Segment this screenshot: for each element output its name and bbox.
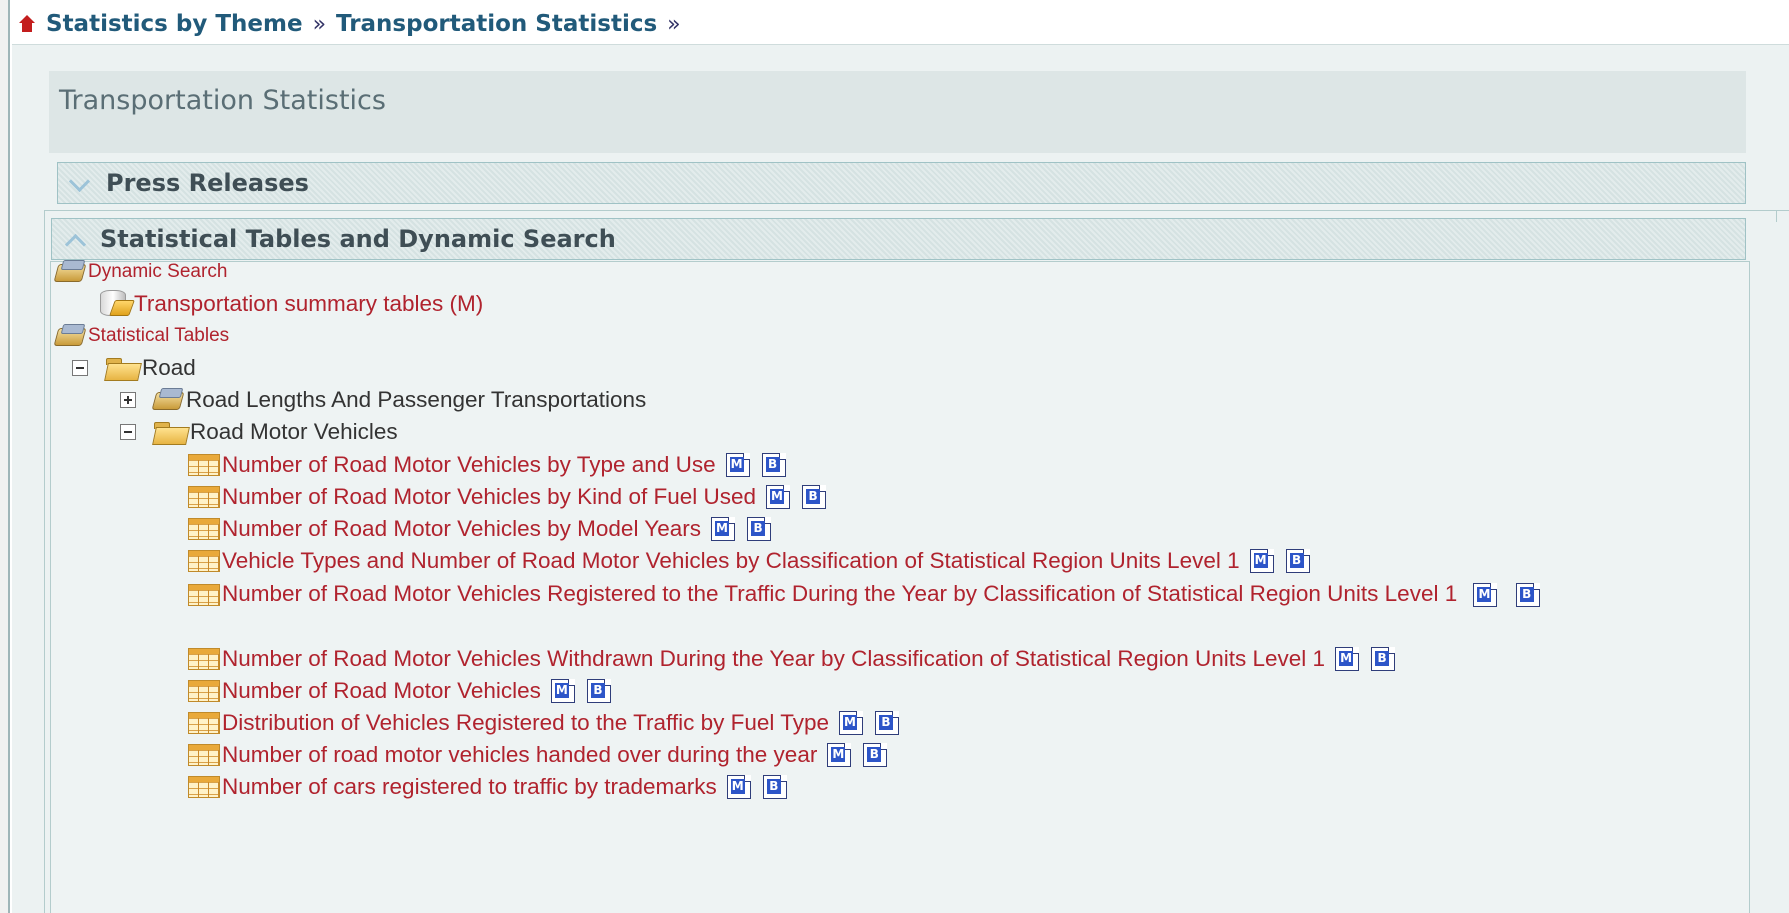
tree-item-road-lengths[interactable]: Road Lengths And Passenger Transportatio… <box>120 383 646 417</box>
metadata-doc-icon[interactable]: M <box>766 485 791 509</box>
metadata-doc-icon[interactable]: M <box>827 743 852 767</box>
tree-label: Road Motor Vehicles <box>190 419 398 444</box>
metadata-doc-icon[interactable]: M <box>1335 647 1360 671</box>
metadata-doc-icon[interactable]: M <box>1473 583 1498 608</box>
bulletin-doc-icon[interactable]: B <box>761 453 786 477</box>
table-link[interactable]: Number of road motor vehicles handed ove… <box>188 738 888 772</box>
table-link[interactable]: Distribution of Vehicles Registered to t… <box>188 706 899 740</box>
table-icon <box>188 454 220 476</box>
expand-icon[interactable] <box>120 392 136 408</box>
bulletin-doc-icon[interactable]: B <box>802 485 827 509</box>
chevron-up-icon <box>64 232 90 246</box>
table-link-label: Number of road motor vehicles handed ove… <box>222 742 818 767</box>
table-link-label: Number of Road Motor Vehicles Registered… <box>222 581 1458 606</box>
table-link[interactable]: Number of Road Motor Vehicles by Type an… <box>188 448 786 482</box>
tree-item-summary-tables[interactable]: Transportation summary tables (M) <box>98 287 483 321</box>
table-link[interactable]: Vehicle Types and Number of Road Motor V… <box>188 544 1310 578</box>
collapse-icon[interactable] <box>120 424 136 440</box>
table-link[interactable]: Number of Road Motor Vehicles by Kind of… <box>188 480 827 514</box>
folder-open-icon <box>152 420 190 444</box>
table-link-label: Vehicle Types and Number of Road Motor V… <box>222 548 1240 573</box>
bulletin-doc-icon[interactable]: B <box>1371 647 1396 671</box>
table-icon <box>188 680 220 702</box>
table-link-label: Number of Road Motor Vehicles <box>222 678 541 703</box>
table-link-label: Number of Road Motor Vehicles by Kind of… <box>222 484 757 509</box>
folder-open-icon <box>104 356 142 380</box>
table-link[interactable]: Number of cars registered to traffic by … <box>188 770 787 804</box>
database-icon <box>54 260 86 284</box>
breadcrumb-item-transportation-statistics[interactable]: Transportation Statistics <box>336 11 657 37</box>
table-link-label: Number of Road Motor Vehicles by Type an… <box>222 452 716 477</box>
collapse-icon[interactable] <box>72 360 88 376</box>
tree-label: Road Lengths And Passenger Transportatio… <box>186 387 647 412</box>
tree-item-statistical-tables[interactable]: Statistical Tables <box>54 319 229 353</box>
main-content: Transportation Statistics Press Releases… <box>12 44 1789 913</box>
table-link[interactable]: Number of Road Motor Vehicles by Model Y… <box>188 512 772 546</box>
bulletin-doc-icon[interactable]: B <box>586 679 611 703</box>
metadata-doc-icon[interactable]: M <box>711 517 736 541</box>
breadcrumb-separator: » <box>312 11 327 37</box>
table-link-label: Number of cars registered to traffic by … <box>222 774 717 799</box>
tree-label: Statistical Tables <box>88 325 230 346</box>
table-icon <box>188 518 220 540</box>
tree-label: Transportation summary tables (M) <box>134 291 484 316</box>
bulletin-doc-icon[interactable]: B <box>863 743 888 767</box>
chevron-down-icon <box>70 176 96 190</box>
page-title-box: Transportation Statistics <box>49 71 1746 153</box>
metadata-doc-icon[interactable]: M <box>838 711 863 735</box>
tree-item-road[interactable]: Road <box>72 351 196 385</box>
bulletin-doc-icon[interactable]: B <box>1515 583 1540 608</box>
bulletin-doc-icon[interactable]: B <box>747 517 772 541</box>
breadcrumb-item-statistics-by-theme[interactable]: Statistics by Theme <box>46 11 303 37</box>
table-link[interactable]: Number of Road Motor Vehicles Registered… <box>188 576 1708 612</box>
breadcrumb: Statistics by Theme » Transportation Sta… <box>18 6 681 42</box>
metadata-doc-icon[interactable]: M <box>726 775 751 799</box>
database-icon <box>54 324 86 348</box>
tree-label: Dynamic Search <box>88 261 228 282</box>
table-icon <box>188 776 220 798</box>
breadcrumb-separator: » <box>667 11 681 37</box>
table-link-label: Number of Road Motor Vehicles Withdrawn … <box>222 646 1326 671</box>
table-icon <box>188 486 220 508</box>
left-edge-rule <box>0 0 10 913</box>
bulletin-doc-icon[interactable]: B <box>1285 549 1310 573</box>
bulletin-doc-icon[interactable]: B <box>762 775 787 799</box>
metadata-doc-icon[interactable]: M <box>725 453 750 477</box>
table-icon <box>188 712 220 734</box>
table-icon <box>188 744 220 766</box>
statistical-tables-header[interactable]: Statistical Tables and Dynamic Search <box>51 218 1746 260</box>
database-icon <box>152 388 184 412</box>
tree-item-dynamic-search[interactable]: Dynamic Search <box>54 255 227 289</box>
page-title: Transportation Statistics <box>59 85 386 116</box>
table-link[interactable]: Number of Road Motor Vehicles Withdrawn … <box>188 642 1396 676</box>
tree-label: Road <box>142 355 196 380</box>
bulletin-doc-icon[interactable]: B <box>874 711 899 735</box>
table-link-label: Distribution of Vehicles Registered to t… <box>222 710 829 735</box>
tree-item-road-motor-vehicles[interactable]: Road Motor Vehicles <box>120 415 398 449</box>
statistical-tables-label: Statistical Tables and Dynamic Search <box>100 225 616 253</box>
home-icon[interactable] <box>18 15 36 33</box>
metadata-doc-icon[interactable]: M <box>1249 549 1274 573</box>
press-releases-label: Press Releases <box>106 169 309 197</box>
metadata-doc-icon[interactable]: M <box>550 679 575 703</box>
press-releases-header[interactable]: Press Releases <box>57 162 1746 204</box>
table-link-label: Number of Road Motor Vehicles by Model Y… <box>222 516 702 541</box>
table-icon <box>188 550 220 572</box>
table-icon <box>188 648 220 670</box>
table-icon <box>188 584 220 607</box>
data-cube-icon <box>98 290 134 318</box>
table-link[interactable]: Number of Road Motor Vehicles M B <box>188 674 611 708</box>
